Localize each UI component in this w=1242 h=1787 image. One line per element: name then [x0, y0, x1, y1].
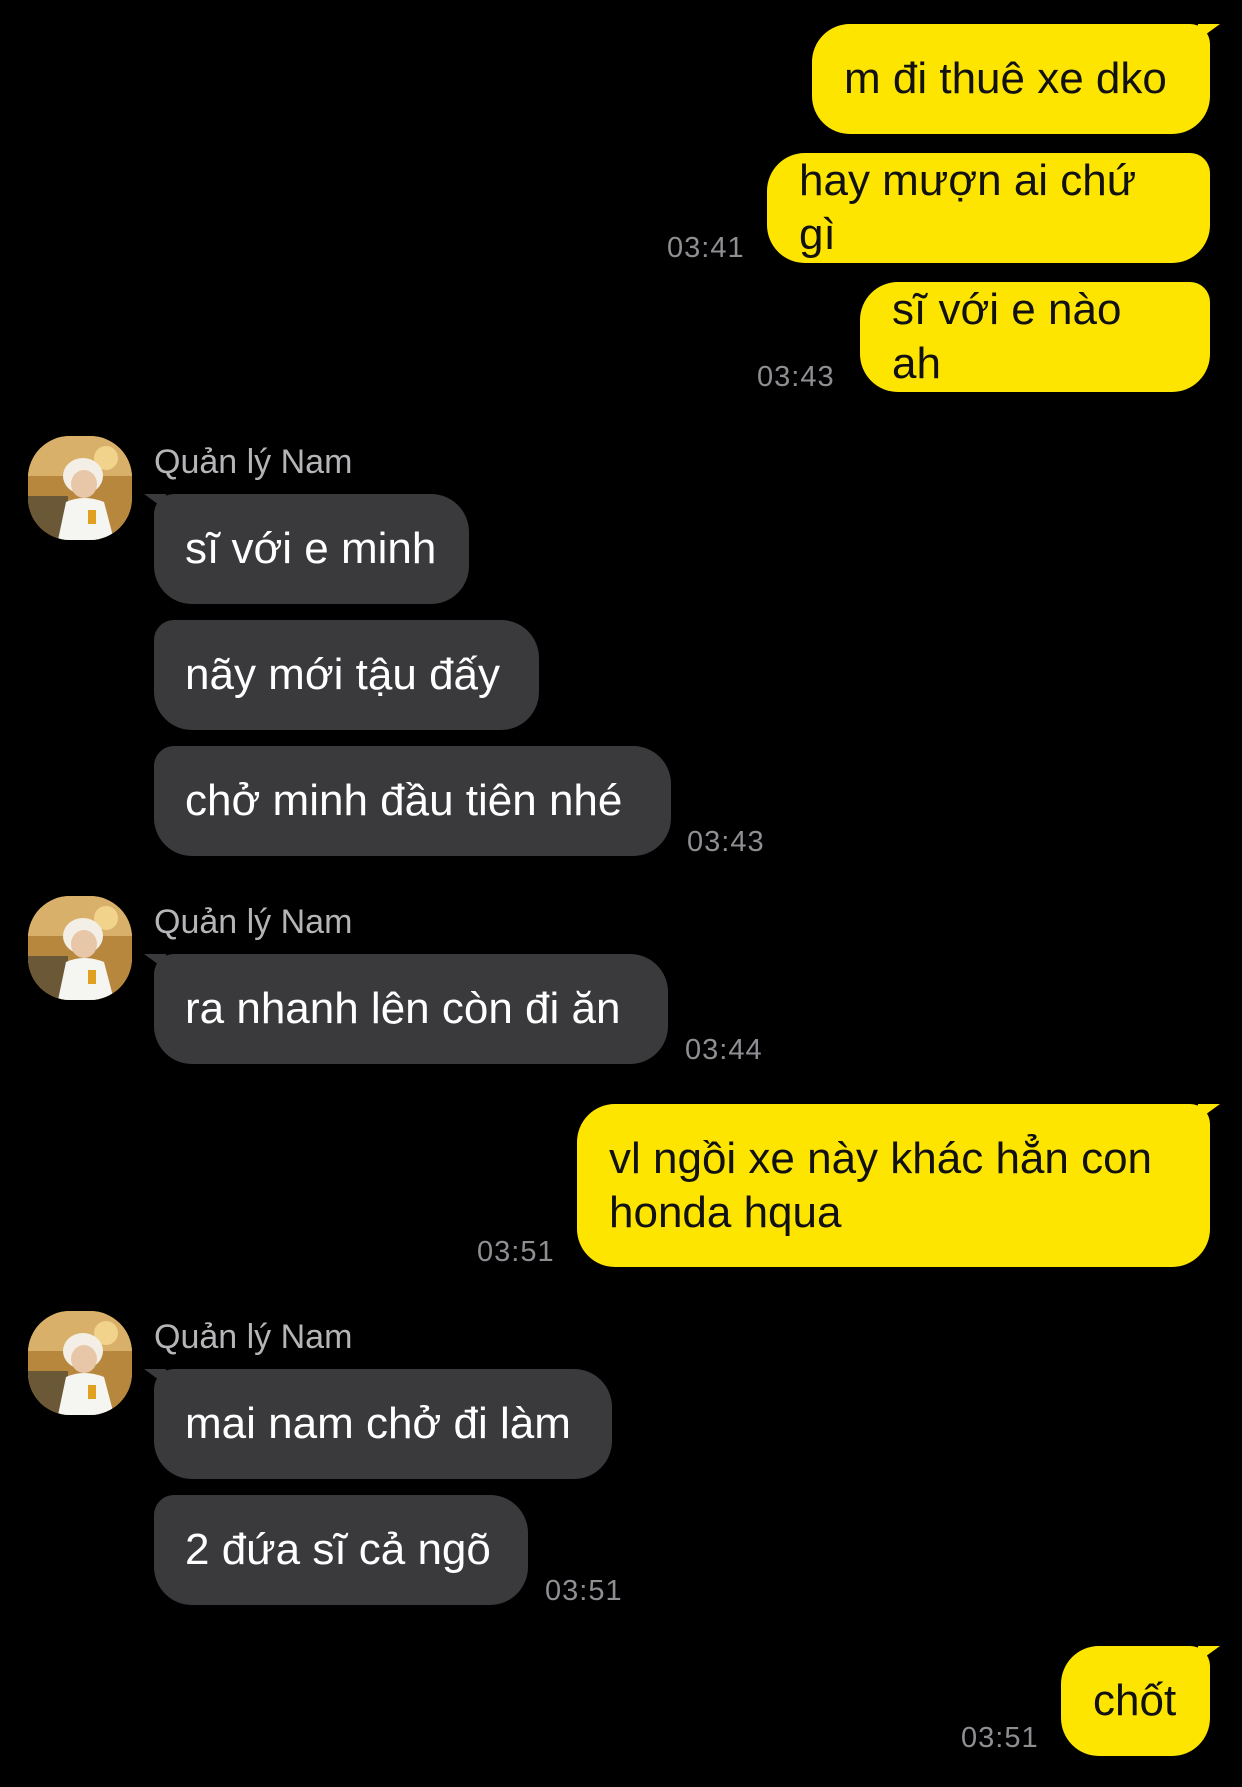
- message-text: chốt: [1093, 1676, 1177, 1725]
- message-text: vl ngồi xe này khác hẳn con honda hqua: [609, 1133, 1153, 1237]
- message-timestamp: 03:43: [687, 826, 765, 858]
- message-text: ra nhanh lên còn đi ăn: [185, 984, 621, 1033]
- message-timestamp: 03:51: [961, 1722, 1039, 1754]
- avatar-photo: [28, 1311, 132, 1415]
- incoming-message-bubble[interactable]: mai nam chở đi làm: [144, 1369, 612, 1479]
- avatar-photo: [28, 436, 132, 540]
- message-text: m đi thuê xe dko: [844, 54, 1167, 103]
- message-text: hay mượn ai chứ gì: [799, 156, 1149, 259]
- sender-name: Quản lý Nam: [154, 903, 353, 941]
- message-timestamp: 03:51: [545, 1575, 623, 1607]
- message-text: sĩ với e minh: [185, 524, 437, 573]
- contact-avatar[interactable]: [28, 896, 132, 1000]
- incoming-message-bubble[interactable]: sĩ với e minh: [144, 494, 469, 604]
- outgoing-message-bubble[interactable]: vl ngồi xe này khác hẳn con honda hqua: [577, 1104, 1220, 1267]
- message-text: chở minh đầu tiên nhé: [185, 776, 623, 825]
- chat-thread: m đi thuê xe dko 03:41 hay mượn ai chứ g…: [0, 0, 1242, 1787]
- avatar-photo: [28, 896, 132, 1000]
- contact-avatar[interactable]: [28, 436, 132, 540]
- incoming-message-bubble[interactable]: 2 đứa sĩ cả ngõ: [154, 1495, 528, 1605]
- message-timestamp: 03:51: [477, 1236, 555, 1268]
- outgoing-message-bubble[interactable]: m đi thuê xe dko: [812, 24, 1220, 134]
- incoming-message-bubble[interactable]: chở minh đầu tiên nhé: [154, 746, 671, 856]
- message-timestamp: 03:41: [667, 232, 745, 264]
- outgoing-message-bubble[interactable]: hay mượn ai chứ gì: [767, 153, 1210, 263]
- outgoing-message-bubble[interactable]: chốt: [1061, 1646, 1220, 1756]
- incoming-message-bubble[interactable]: ra nhanh lên còn đi ăn: [144, 954, 668, 1064]
- incoming-message-bubble[interactable]: nãy mới tậu đấy: [154, 620, 539, 730]
- message-text: sĩ với e nào ah: [892, 285, 1134, 388]
- message-timestamp: 03:44: [685, 1034, 763, 1066]
- sender-name: Quản lý Nam: [154, 1318, 353, 1356]
- message-text: 2 đứa sĩ cả ngõ: [185, 1525, 491, 1574]
- message-text: nãy mới tậu đấy: [185, 650, 501, 699]
- message-text: mai nam chở đi làm: [185, 1399, 571, 1448]
- outgoing-message-bubble[interactable]: sĩ với e nào ah: [860, 282, 1210, 392]
- sender-name: Quản lý Nam: [154, 443, 353, 481]
- contact-avatar[interactable]: [28, 1311, 132, 1415]
- message-timestamp: 03:43: [757, 361, 835, 393]
